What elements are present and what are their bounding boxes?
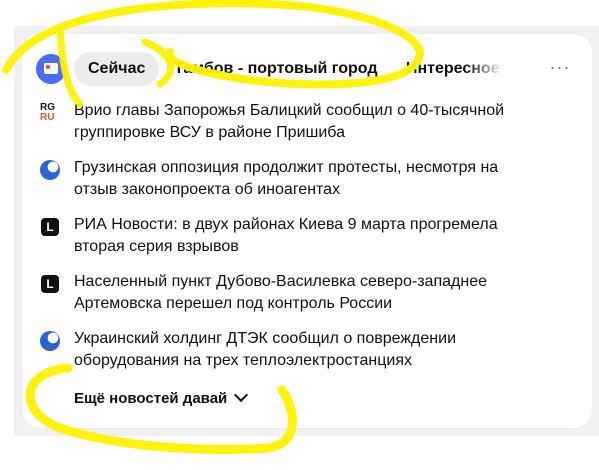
more-options-icon[interactable]: ··· [546,56,574,82]
news-title[interactable]: Грузинская оппозиция продолжит протесты,… [74,157,544,201]
news-title[interactable]: Украинский холдинг ДТЭК сообщил о повреж… [74,328,544,372]
news-item[interactable]: L Населенный пункт Дубово-Василевка севе… [22,271,562,317]
rg-ru-logo-icon: RG RU [40,102,55,123]
tab-interesting[interactable]: Интересное [406,52,504,86]
news-item[interactable]: Грузинская оппозиция продолжит протесты,… [22,157,562,203]
more-news-button[interactable]: Ещё новостей давай [74,387,249,410]
globe-logo-icon [40,160,60,180]
news-header: Сейчас Тамбов - портовый город Интересно… [22,34,592,96]
chevron-down-icon [234,387,249,403]
more-news-label: Ещё новостей давай [74,390,228,407]
news-title[interactable]: РИА Новости: в двух районах Киева 9 март… [74,214,544,258]
news-widget: Сейчас Тамбов - портовый город Интересно… [22,34,592,428]
news-app-logo-icon[interactable] [36,54,66,84]
news-item[interactable]: L РИА Новости: в двух районах Киева 9 ма… [22,214,562,260]
l-logo-icon: L [41,218,59,236]
news-item[interactable]: Украинский холдинг ДТЭК сообщил о повреж… [22,328,562,374]
globe-logo-icon [40,331,60,351]
l-logo-icon: L [41,275,59,293]
news-title[interactable]: Населенный пункт Дубово-Василевка северо… [74,271,544,315]
tab-tambov-port-city[interactable]: Тамбов - портовый город [174,52,378,86]
news-item[interactable]: RG RU Врио главы Запорожья Балицкий сооб… [22,100,562,146]
news-title[interactable]: Врио главы Запорожья Балицкий сообщил о … [74,100,544,144]
tab-now[interactable]: Сейчас [74,52,160,86]
